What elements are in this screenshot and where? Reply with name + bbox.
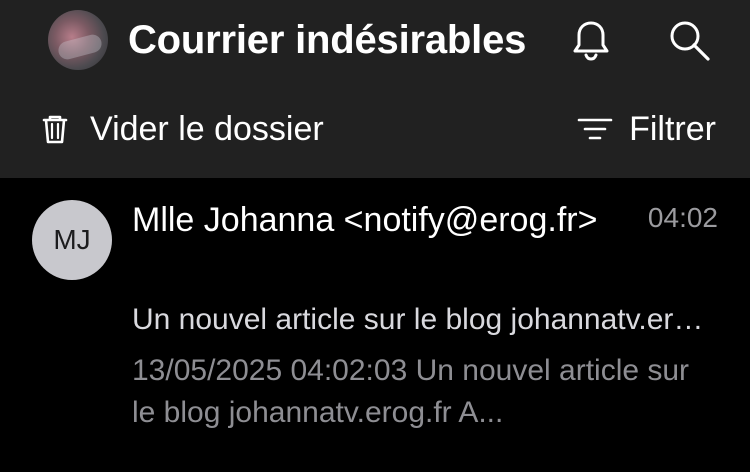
header: Courrier indésirables Vider le dossier F…: [0, 0, 750, 178]
trash-icon: [42, 115, 68, 144]
search-button[interactable]: [664, 15, 714, 65]
message-preview: 13/05/2025 04:02:03 Un nouvel article su…: [132, 354, 690, 429]
filter-icon: [577, 118, 613, 140]
message-list-item[interactable]: MJ Mlle Johanna <notify@erog.fr> 04:02 U…: [0, 178, 750, 472]
search-icon: [670, 21, 710, 61]
message-time: 04:02: [647, 202, 718, 233]
empty-folder-button[interactable]: Vider le dossier: [38, 104, 324, 154]
empty-folder-label: Vider le dossier: [90, 109, 324, 148]
account-avatar[interactable]: [48, 10, 108, 70]
filter-button[interactable]: Filtrer: [577, 104, 716, 154]
message-subject: Un nouvel article sur le blog johannatv.…: [132, 303, 717, 336]
bell-icon: [573, 21, 609, 61]
sender-avatar: MJ: [32, 200, 112, 280]
sender-name: Mlle Johanna <notify@erog.fr>: [132, 201, 598, 239]
filter-label: Filtrer: [629, 109, 716, 148]
notifications-button[interactable]: [566, 15, 616, 65]
folder-title: Courrier indésirables: [128, 18, 527, 62]
